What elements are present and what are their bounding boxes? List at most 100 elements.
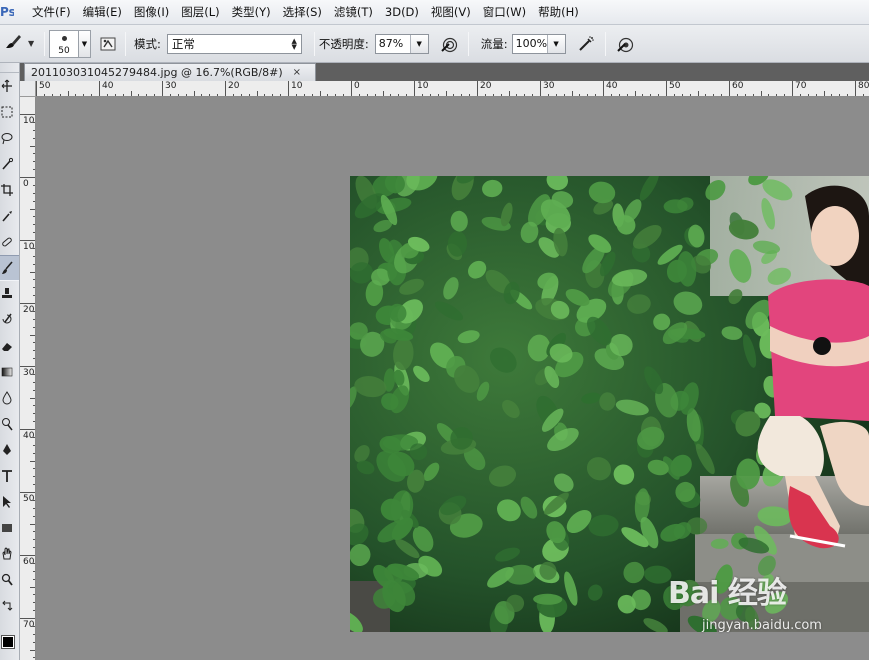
- divider: [467, 31, 469, 56]
- history-brush-tool[interactable]: [0, 307, 19, 333]
- panel-grip[interactable]: [0, 63, 19, 73]
- gradient-icon: [1, 367, 13, 377]
- mode-label: 模式:: [134, 36, 161, 51]
- brush-panel-toggle[interactable]: [97, 33, 119, 55]
- blur-tool[interactable]: [0, 385, 19, 411]
- pressure-opacity-toggle[interactable]: [438, 33, 460, 55]
- menu-view[interactable]: 视图(V): [425, 0, 477, 25]
- ruler-label: 60: [23, 557, 35, 567]
- ruler-origin[interactable]: [20, 81, 36, 97]
- marquee-icon: [1, 106, 13, 118]
- pen-pressure-size-icon: [616, 37, 633, 52]
- quick-select-tool[interactable]: [0, 151, 19, 177]
- photoshop-logo-icon: Ps: [0, 4, 14, 19]
- menu-type[interactable]: 类型(Y): [226, 0, 277, 25]
- menu-window[interactable]: 窗口(W): [477, 0, 532, 25]
- crop-tool[interactable]: [0, 177, 19, 203]
- dodge-tool[interactable]: [0, 411, 19, 437]
- options-bar: ▼ 50 ▼ 模式: 正常 ▲ ▼ 不透明度: 87% ▼ 流量: 100% ▼: [0, 25, 869, 63]
- marquee-tool[interactable]: [0, 99, 19, 125]
- brush-tool-icon: [4, 33, 22, 54]
- opacity-value: 87%: [378, 37, 404, 50]
- brush-dropdown-button[interactable]: ▼: [79, 29, 91, 58]
- flow-label: 流量:: [480, 36, 508, 51]
- blend-mode-value: 正常: [171, 36, 195, 51]
- vertical-ruler[interactable]: 10 0 10 20 30 40 50 60 70: [20, 97, 36, 660]
- menu-file[interactable]: 文件(F): [26, 0, 77, 25]
- flow-value: 100%: [515, 37, 548, 50]
- clone-stamp-tool[interactable]: [0, 281, 19, 307]
- tools-panel: [0, 63, 20, 660]
- menu-filter[interactable]: 滤镜(T): [328, 0, 379, 25]
- menu-select[interactable]: 选择(S): [277, 0, 328, 25]
- eraser-tool[interactable]: [0, 333, 19, 359]
- tool-preset-picker[interactable]: ▼: [0, 33, 44, 54]
- ruler-label: 20: [23, 305, 35, 315]
- dodge-icon: [2, 418, 13, 431]
- ruler-label: 60: [732, 81, 744, 91]
- menu-layer[interactable]: 图层(L): [175, 0, 225, 25]
- ruler-label: 50: [23, 494, 35, 504]
- pressure-size-toggle[interactable]: [614, 33, 636, 55]
- menu-help[interactable]: 帮助(H): [532, 0, 585, 25]
- blend-mode-select[interactable]: 正常 ▲ ▼: [166, 33, 302, 54]
- pen-tool[interactable]: [0, 437, 19, 463]
- ruler-label: 30: [165, 81, 177, 91]
- brush-tip-icon: [62, 35, 67, 41]
- type-icon: [2, 470, 12, 482]
- menu-edit[interactable]: 编辑(E): [77, 0, 128, 25]
- menu-image[interactable]: 图像(I): [128, 0, 175, 25]
- type-tool[interactable]: [0, 463, 19, 489]
- ruler-label: 40: [23, 431, 35, 441]
- ruler-label: 30: [23, 368, 35, 378]
- flow-dropdown-button[interactable]: ▼: [546, 34, 565, 53]
- ruler-label: 10: [23, 242, 35, 252]
- gradient-tool[interactable]: [0, 359, 19, 385]
- lasso-tool[interactable]: [0, 125, 19, 151]
- horizontal-ruler[interactable]: 50 40 30 20 10 0 10 20 30 40 50 60 70 80: [36, 81, 869, 97]
- opacity-dropdown-button[interactable]: ▼: [409, 34, 428, 53]
- ruler-label: 20: [228, 81, 240, 91]
- brush-preset-picker[interactable]: 50 ▼: [49, 29, 91, 58]
- flow-field[interactable]: 100% ▼: [511, 33, 566, 54]
- menu-items: 文件(F) 编辑(E) 图像(I) 图层(L) 类型(Y) 选择(S) 滤镜(T…: [26, 0, 585, 25]
- arrow-pointer-icon: [3, 496, 11, 508]
- path-selection-tool[interactable]: [0, 489, 19, 515]
- crop-icon: [1, 184, 13, 196]
- ruler-label: 0: [23, 179, 29, 189]
- hand-tool[interactable]: [0, 541, 19, 567]
- menu-bar: Ps 文件(F) 编辑(E) 图像(I) 图层(L) 类型(Y) 选择(S) 滤…: [0, 0, 869, 25]
- brush-tool[interactable]: [0, 255, 19, 281]
- brush-size-value: 50: [58, 45, 70, 56]
- ruler-label: 0: [354, 81, 360, 91]
- divider: [604, 31, 606, 56]
- swap-colors-button[interactable]: [0, 593, 19, 619]
- ruler-label: 10: [417, 81, 429, 91]
- ruler-label: 10: [23, 116, 35, 126]
- shape-tool[interactable]: [0, 515, 19, 541]
- droplet-icon: [2, 391, 12, 405]
- airbrush-toggle[interactable]: [575, 33, 597, 55]
- baidu-watermark: Bai 经验 jingyan.baidu.com: [668, 568, 868, 640]
- zoom-tool[interactable]: [0, 567, 19, 593]
- ruler-label: 30: [543, 81, 555, 91]
- divider: [313, 31, 315, 56]
- healing-brush-tool[interactable]: [0, 229, 19, 255]
- brush-panel-icon: [100, 37, 116, 50]
- foreground-color-swatch[interactable]: [1, 635, 15, 649]
- move-tool[interactable]: [0, 73, 19, 99]
- ruler-label: 50: [39, 81, 51, 91]
- opacity-field[interactable]: 87% ▼: [374, 33, 429, 54]
- close-icon[interactable]: ×: [293, 67, 301, 78]
- document-tab-title: 20110303104527948​4.jpg @ 16.7%(RGB/8#): [31, 66, 283, 79]
- brush-icon: [2, 261, 13, 274]
- document-image[interactable]: [350, 176, 869, 632]
- divider: [44, 31, 45, 56]
- swap-arrow-icon: [2, 600, 13, 611]
- zoom-icon: [1, 573, 13, 586]
- menu-3d[interactable]: 3D(D): [379, 0, 425, 25]
- eyedropper-tool[interactable]: [0, 203, 19, 229]
- airbrush-icon: [578, 35, 594, 51]
- document-tab[interactable]: 20110303104527948​4.jpg @ 16.7%(RGB/8#) …: [24, 63, 316, 81]
- stamp-icon: [2, 288, 12, 298]
